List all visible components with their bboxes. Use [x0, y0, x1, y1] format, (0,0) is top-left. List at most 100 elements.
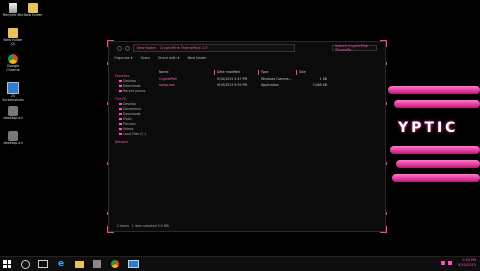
system-tray: [441, 261, 452, 265]
status-bar: 2 items 1 item selected 3.0 MB: [117, 224, 169, 228]
folder-icon: [28, 3, 38, 13]
column-header-type[interactable]: Type: [259, 70, 297, 75]
item-count: 2 items: [117, 224, 129, 228]
desktop: Recycle Bin New folder New folder (2) Go…: [0, 0, 480, 256]
breadcrumb-segment[interactable]: New folder: [137, 46, 156, 50]
clock[interactable]: 1:36 PM 9/10/2015: [458, 258, 476, 268]
desktop-icon-label: New folder: [23, 13, 43, 17]
folder-icon: [8, 28, 18, 38]
desktop-icon-new-folder-2[interactable]: New folder (2): [1, 28, 25, 47]
window-corner: [380, 226, 387, 233]
navigation-pane: Favorites Desktop Downloads Recent place…: [115, 74, 155, 145]
breadcrumb-segment[interactable]: CrypticPink ThemePack 1.0: [160, 46, 208, 50]
nav-item[interactable]: Recent places: [115, 89, 155, 94]
wallpaper-art: YPTIC: [388, 86, 480, 196]
address-bar: New folder CrypticPink ThemePack 1.0: [117, 44, 295, 52]
file-type: Windows Comma...: [261, 77, 292, 81]
nav-item-label: Recent places: [123, 89, 146, 93]
nav-network[interactable]: Network: [115, 140, 155, 145]
computer-icon: [127, 260, 139, 268]
window-edge-accent: [107, 162, 108, 165]
explorer-window[interactable]: New folder CrypticPink ThemePack 1.0 Sea…: [107, 40, 387, 233]
nav-item-label: Pictures: [123, 122, 136, 126]
selection-info: 1 item selected 3.0 MB: [131, 224, 169, 228]
file-row[interactable]: CrypticPink 9/10/2015 5:47 PM Windows Co…: [157, 77, 329, 82]
taskbar-computer[interactable]: [126, 257, 140, 271]
desktop-icon-desktop-ini-2[interactable]: desktop.ini: [1, 131, 25, 146]
edge-icon: e: [57, 259, 65, 269]
file-row[interactable]: setup.exe 9/10/2015 5:55 PM Application …: [157, 83, 329, 88]
network-icon[interactable]: [441, 261, 445, 265]
share-with-button[interactable]: Share with ▾: [158, 56, 180, 60]
music-icon: [119, 118, 122, 120]
organize-button[interactable]: Organize ▾: [114, 56, 133, 60]
nav-item-label: Music: [123, 117, 133, 121]
file-name: setup.exe: [159, 83, 175, 87]
taskbar-edge[interactable]: e: [54, 257, 68, 271]
column-headers: Name Date modified Type Size: [157, 70, 329, 75]
documents-icon: [119, 108, 122, 110]
taskbar-chrome[interactable]: [108, 257, 122, 271]
new-folder-button[interactable]: New folder: [187, 56, 206, 60]
task-view-button[interactable]: [36, 257, 50, 271]
desktop-icon: [119, 103, 122, 105]
nav-item-label: Downloads: [123, 112, 141, 116]
nav-item-label: Documents: [123, 107, 142, 111]
folder-icon: [74, 260, 84, 268]
videos-icon: [119, 128, 122, 130]
window-edge-accent: [386, 162, 387, 165]
window-edge-accent: [386, 62, 387, 65]
volume-icon[interactable]: [448, 261, 452, 265]
recent-icon: [119, 90, 122, 92]
recycle-bin-icon: [9, 3, 17, 13]
window-corner: [380, 40, 387, 47]
taskbar: e 1:36 PM 9/10/2015: [0, 256, 480, 271]
file-date: 9/10/2015 5:55 PM: [217, 83, 248, 87]
nav-item-label: Downloads: [123, 84, 141, 88]
settings-file-icon: [8, 106, 18, 116]
search-input[interactable]: Search CrypticPink ThemePa...: [332, 44, 377, 52]
desktop-icon-chrome[interactable]: Google Chrome: [1, 54, 25, 73]
open-button[interactable]: Open: [141, 56, 150, 60]
column-header-name[interactable]: Name: [157, 70, 215, 75]
desktop-icon-label: 25 Screenshots: [2, 94, 24, 102]
taskbar-explorer[interactable]: [72, 257, 86, 271]
clock-date: 9/10/2015: [458, 263, 476, 267]
desktop-icon: [119, 80, 122, 82]
desktop-icon-label: desktop.ini: [3, 141, 23, 145]
column-header-size[interactable]: Size: [297, 70, 329, 75]
address-box[interactable]: New folder CrypticPink ThemePack 1.0: [133, 44, 295, 52]
file-type: Application: [261, 83, 279, 87]
forward-icon[interactable]: [125, 45, 130, 51]
window-edge-accent: [107, 212, 108, 215]
taskbar-search-button[interactable]: [18, 257, 32, 271]
nav-item[interactable]: Local Disk (C:): [115, 132, 155, 137]
windows-logo-icon: [3, 260, 11, 268]
art-stripe: [388, 86, 480, 94]
nav-item-label: Local Disk (C:): [123, 132, 146, 136]
file-size: 1 KB: [319, 77, 327, 81]
back-icon[interactable]: [117, 45, 122, 51]
taskbar-store[interactable]: [90, 257, 104, 271]
wallpaper-text: YPTIC: [398, 120, 459, 136]
desktop-icon-label: desktop.ini: [3, 116, 23, 120]
window-edge-accent: [107, 102, 108, 105]
desktop-icon-screenshots[interactable]: 25 Screenshots: [1, 82, 25, 103]
computer-icon: [7, 82, 19, 94]
settings-file-icon: [8, 131, 18, 141]
start-button[interactable]: [0, 257, 14, 271]
search-placeholder: Search CrypticPink ThemePa...: [335, 44, 368, 52]
desktop-icon-desktop-ini[interactable]: desktop.ini: [1, 106, 25, 121]
window-corner: [107, 40, 114, 47]
command-bar: Organize ▾ Open Share with ▾ New folder: [114, 56, 206, 60]
column-header-date[interactable]: Date modified: [215, 70, 259, 75]
nav-item-label: Videos: [123, 127, 134, 131]
art-stripe: [394, 100, 480, 108]
art-stripe: [390, 146, 480, 154]
nav-item-label: Desktop: [123, 102, 137, 106]
window-corner: [107, 226, 114, 233]
desktop-icon-new-folder[interactable]: New folder: [21, 3, 45, 18]
chrome-icon: [8, 54, 18, 64]
nav-item-label: Desktop: [123, 79, 137, 83]
file-size: 3,068 KB: [312, 83, 327, 87]
